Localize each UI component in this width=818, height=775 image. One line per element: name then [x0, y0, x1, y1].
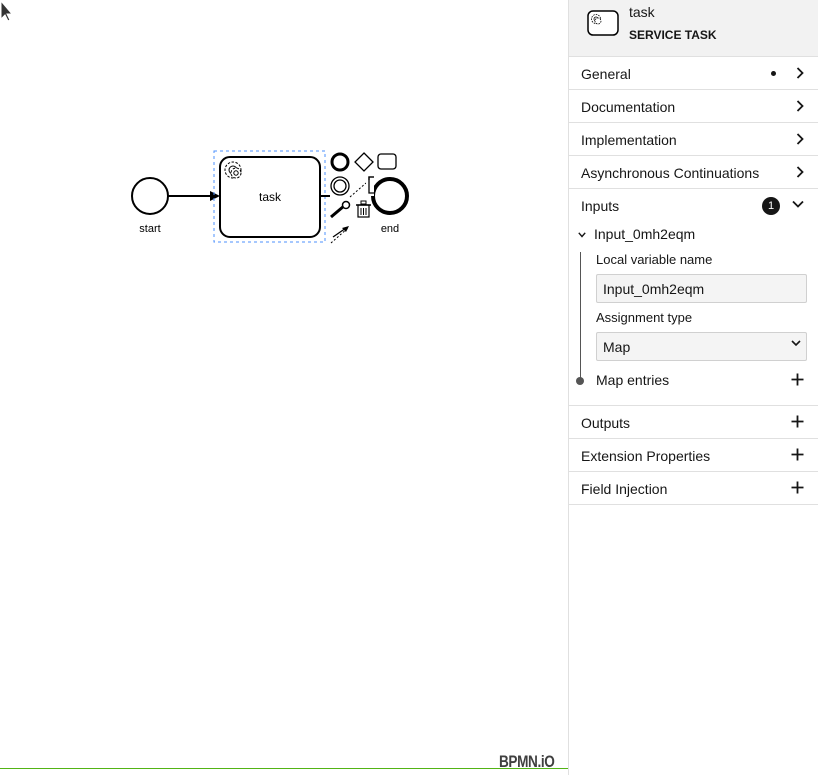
assignment-type-select[interactable]: Map [596, 332, 807, 361]
group-async-continuations[interactable]: Asynchronous Continuations [569, 156, 818, 189]
append-intermediate-event-icon[interactable] [330, 176, 350, 196]
add-extension-property-plus-icon[interactable] [791, 448, 804, 461]
mouse-cursor-icon [0, 0, 14, 22]
group-inputs-label: Inputs [581, 198, 620, 214]
chevron-right-icon [796, 166, 804, 178]
chevron-down-icon [792, 200, 804, 208]
map-entries-label: Map entries [596, 372, 670, 388]
start-event-label: start [139, 223, 160, 235]
input-item-name: Input_0mh2eqm [594, 226, 696, 242]
change-type-wrench-icon[interactable] [330, 200, 351, 219]
group-documentation-label: Documentation [581, 99, 676, 115]
sequence-flow-start-task[interactable] [168, 191, 220, 201]
input-item-tree-line [580, 252, 581, 380]
local-variable-name-label: Local variable name [596, 252, 713, 267]
canvas-bottom-border [0, 768, 568, 769]
chevron-down-small-icon [578, 232, 586, 238]
inputs-count-badge: 1 [762, 197, 780, 215]
diagram-canvas[interactable]: start task end BPMN.iO [0, 0, 568, 775]
connect-arrow-icon[interactable] [330, 226, 349, 244]
delete-trash-icon[interactable] [356, 200, 371, 218]
add-map-entry-plus-icon[interactable] [791, 373, 804, 386]
add-field-injection-plus-icon[interactable] [791, 481, 804, 494]
service-task-icon [587, 10, 619, 36]
append-gateway-icon[interactable] [354, 152, 374, 172]
group-implementation-label: Implementation [581, 132, 677, 148]
diagram-svg: start task end [131, 150, 409, 244]
group-field-injection-label: Field Injection [581, 481, 668, 497]
element-type: SERVICE TASK [629, 28, 717, 42]
has-entries-dot-icon [771, 71, 776, 76]
start-event[interactable] [131, 177, 169, 215]
append-end-event-icon[interactable] [330, 152, 350, 172]
assignment-type-label: Assignment type [596, 310, 693, 325]
group-implementation[interactable]: Implementation [569, 123, 818, 156]
group-extension-properties[interactable]: Extension Properties [569, 439, 818, 472]
group-outputs-label: Outputs [581, 415, 631, 431]
element-name: task [629, 4, 655, 20]
group-general-label: General [581, 66, 631, 82]
bpmn-io-watermark[interactable]: BPMN.iO [499, 752, 555, 772]
group-general[interactable]: General [569, 57, 818, 90]
group-async-label: Asynchronous Continuations [581, 165, 760, 181]
group-outputs[interactable]: Outputs [569, 406, 818, 439]
panel-header: task SERVICE TASK [569, 0, 818, 57]
append-task-icon[interactable] [377, 153, 397, 170]
chevron-right-icon [796, 100, 804, 112]
chevron-right-icon [796, 67, 804, 79]
group-field-injection[interactable]: Field Injection [569, 472, 818, 505]
group-inputs-header[interactable]: Inputs 1 [569, 189, 818, 222]
add-output-plus-icon[interactable] [791, 415, 804, 428]
local-variable-name-input[interactable] [596, 274, 807, 303]
group-documentation[interactable]: Documentation [569, 90, 818, 123]
input-item-tree-dot [576, 377, 584, 385]
properties-panel: task SERVICE TASK General Documentation … [568, 0, 818, 775]
end-event[interactable] [371, 177, 409, 215]
end-event-label: end [381, 223, 399, 235]
group-extension-properties-label: Extension Properties [581, 448, 711, 464]
chevron-right-icon [796, 133, 804, 145]
service-task-label: task [259, 190, 282, 204]
